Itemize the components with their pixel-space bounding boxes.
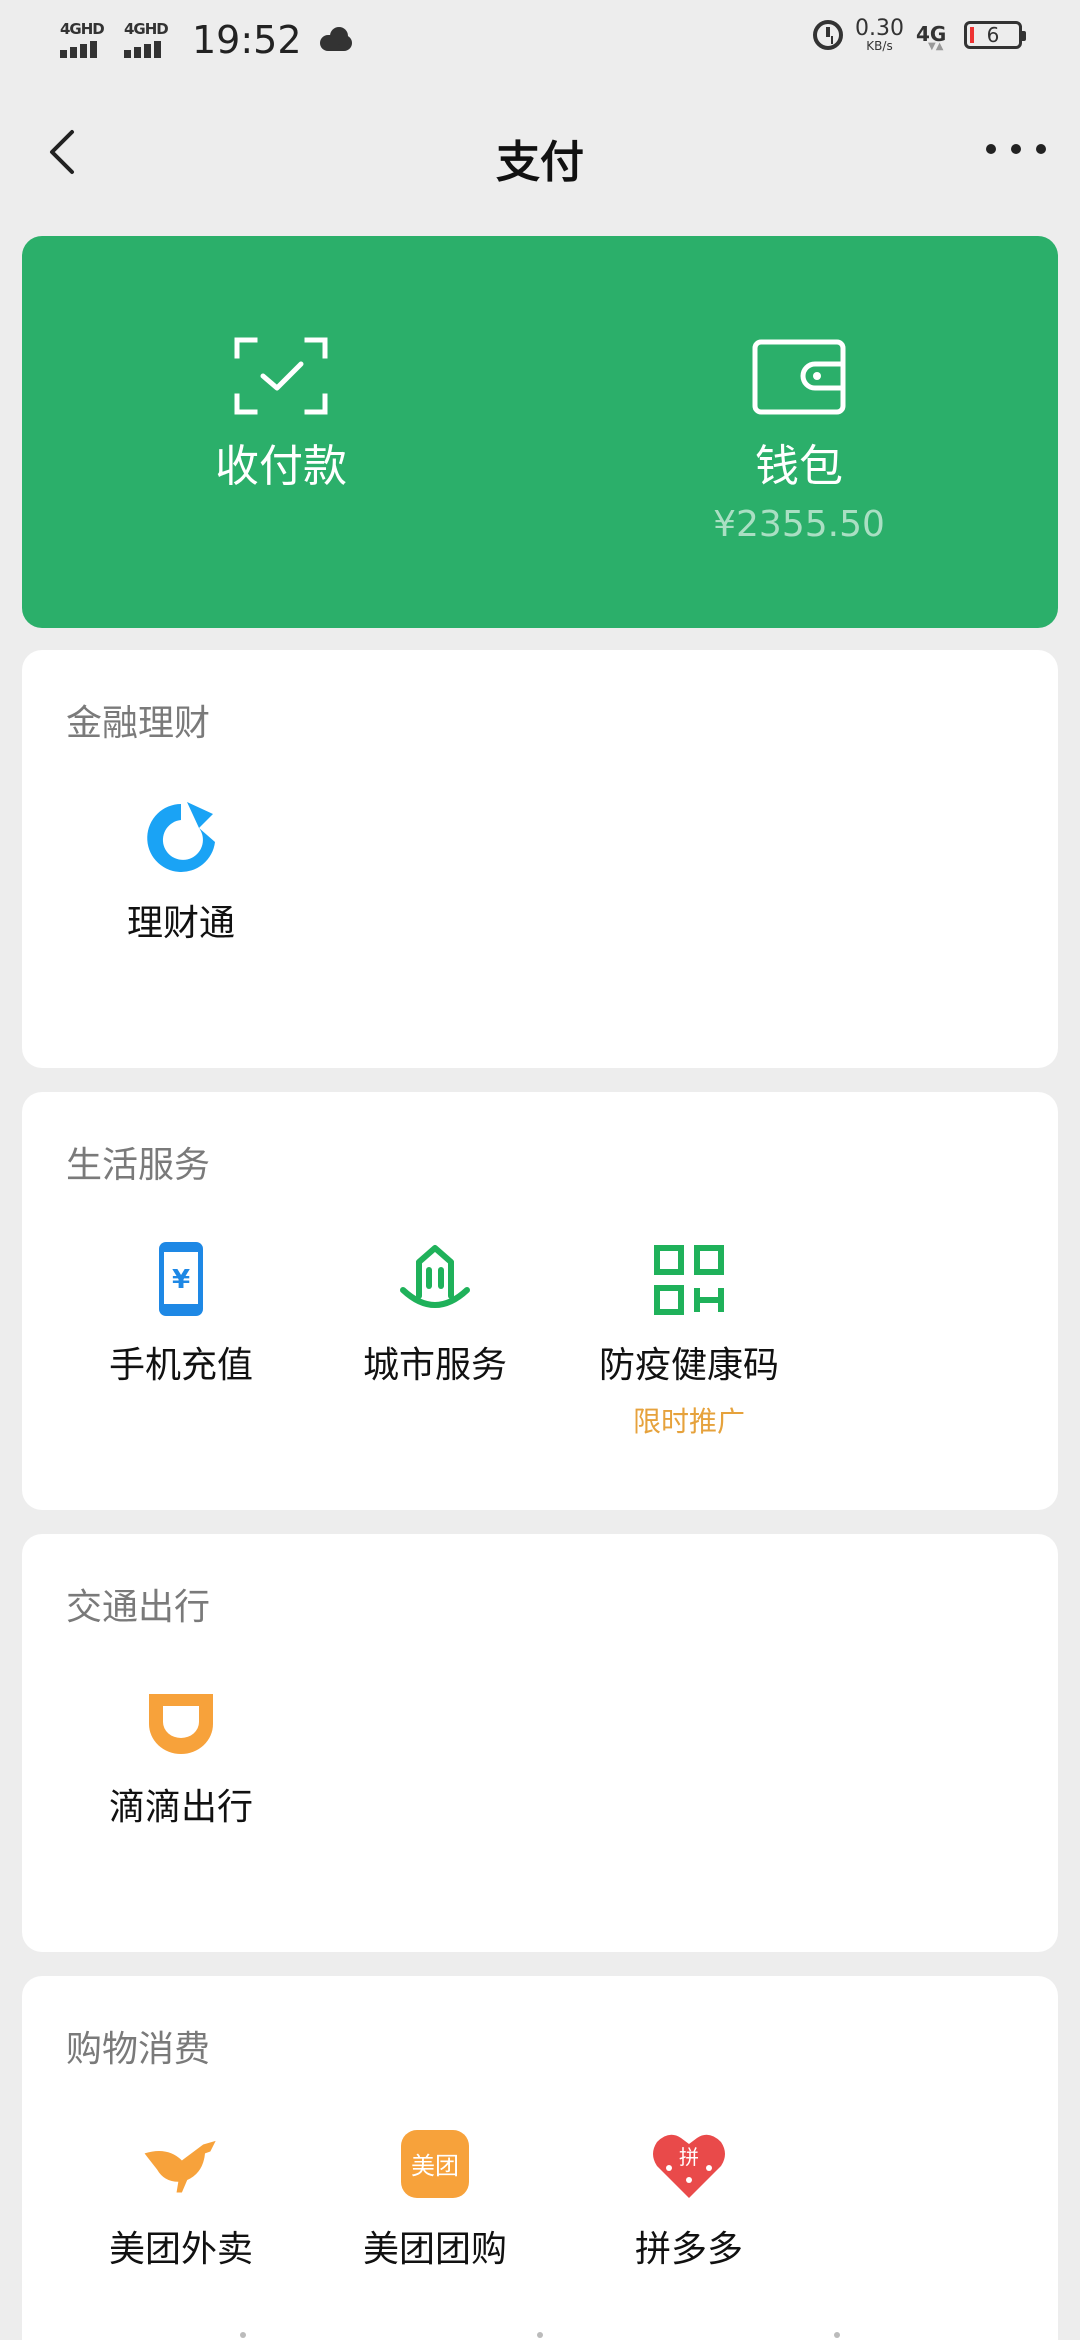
service-label: 滴滴出行 — [108, 1787, 253, 1828]
battery-level: 6 — [986, 23, 1000, 47]
more-dot-icon — [986, 144, 996, 154]
service-label: 拼多多 — [634, 2229, 743, 2270]
section-life: 生活服务 ¥ 手机充值 城市服务 防疫健康码 限时推广 — [22, 1092, 1058, 1510]
net-speed-unit: KB/s — [866, 39, 893, 53]
service-phone-recharge[interactable]: ¥ 手机充值 — [54, 1240, 308, 1388]
svg-text:美团: 美团 — [411, 2152, 459, 2180]
more-button[interactable] — [986, 134, 1046, 164]
service-didi[interactable]: 滴滴出行 — [54, 1682, 308, 1830]
status-bar: 4GHD 4GHD 19:52 0.30 KB/s 4G ▼▲ 6 — [0, 0, 1080, 84]
section-title: 购物消费 — [66, 2029, 211, 2070]
receive-pay-label: 收付款 — [215, 441, 347, 492]
section-title: 金融理财 — [66, 703, 211, 744]
service-label: 美团外卖 — [108, 2229, 253, 2270]
pay-card: 收付款 钱包 ¥2355.50 — [22, 236, 1058, 628]
service-label: 防疫健康码 — [598, 1345, 779, 1386]
net-speed: 0.30 KB/s — [855, 16, 904, 53]
sim2-label: 4GHD — [124, 20, 169, 38]
alarm-icon — [813, 20, 844, 50]
weather-cloud-icon — [318, 27, 354, 53]
city-service-icon — [400, 1245, 470, 1308]
meituan-tuangou-icon: 美团 — [401, 2130, 469, 2198]
service-licaitong[interactable]: 理财通 — [54, 798, 308, 946]
status-time: 19:52 — [192, 18, 302, 62]
didi-icon — [149, 1694, 213, 1754]
service-city[interactable]: 城市服务 — [308, 1240, 562, 1388]
network-4g-icon: 4G ▼▲ — [916, 22, 947, 52]
scroll-indicator — [0, 2330, 1080, 2340]
section-finance: 金融理财 理财通 — [22, 650, 1058, 1068]
nav-bar: 支付 — [0, 84, 1080, 218]
pinduoduo-icon: 拼 — [653, 2134, 725, 2198]
service-health-code[interactable]: 防疫健康码 限时推广 — [562, 1240, 816, 1440]
wallet-icon — [752, 339, 846, 415]
wallet-label: 钱包 — [755, 441, 843, 492]
service-label: 理财通 — [126, 903, 235, 944]
sim2-signal-icon: 4GHD — [124, 20, 172, 60]
section-title: 生活服务 — [66, 1145, 211, 1186]
licaitong-icon — [147, 802, 215, 872]
health-code-icon — [654, 1245, 724, 1315]
phone-recharge-icon: ¥ — [159, 1242, 203, 1316]
receive-pay-button[interactable]: 收付款 — [22, 236, 540, 628]
service-label: 城市服务 — [362, 1345, 507, 1386]
sim1-label: 4GHD — [60, 20, 105, 38]
section-traffic: 交通出行 滴滴出行 — [22, 1534, 1058, 1952]
service-label: 手机充值 — [108, 1345, 253, 1386]
wallet-balance: ¥2355.50 — [713, 504, 885, 545]
battery-icon: 6 — [964, 21, 1026, 49]
service-meituan-tuangou[interactable]: 美团 美团团购 — [308, 2124, 562, 2272]
section-title: 交通出行 — [66, 1587, 211, 1628]
net-speed-value: 0.30 — [855, 16, 904, 41]
page-title: 支付 — [496, 137, 584, 188]
more-dot-icon — [1036, 144, 1046, 154]
svg-text:拼: 拼 — [679, 2145, 699, 2169]
scan-check-icon — [234, 337, 328, 415]
service-pinduoduo[interactable]: 拼 拼多多 — [562, 2124, 816, 2272]
svg-text:¥: ¥ — [172, 1265, 190, 1295]
section-shopping: 购物消费 美团外卖 美团 美团团购 拼 拼多多 — [22, 1976, 1058, 2340]
service-meituan-waimai[interactable]: 美团外卖 — [54, 2124, 308, 2272]
more-dot-icon — [1011, 144, 1021, 154]
wallet-button[interactable]: 钱包 ¥2355.50 — [540, 236, 1058, 628]
meituan-waimai-icon — [144, 2140, 216, 2193]
sim1-signal-icon: 4GHD — [60, 20, 108, 60]
service-label: 美团团购 — [362, 2229, 507, 2270]
promo-badge: 限时推广 — [632, 1405, 745, 1438]
